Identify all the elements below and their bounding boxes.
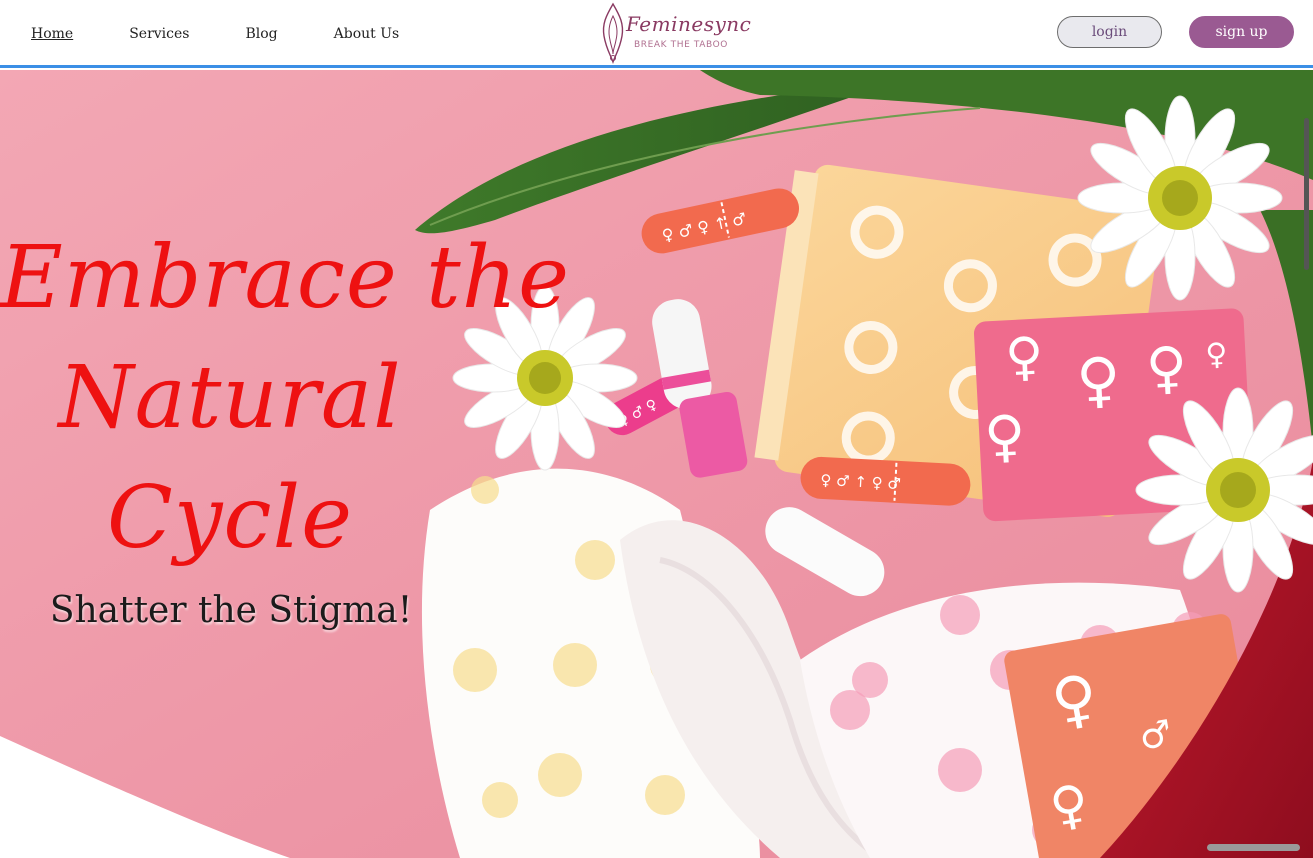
nav-about-us-link[interactable]: About Us bbox=[334, 25, 400, 43]
vertical-scrollbar[interactable] bbox=[1304, 118, 1309, 270]
svg-text:♀: ♀ bbox=[1075, 344, 1123, 416]
signup-button[interactable]: sign up bbox=[1189, 16, 1294, 48]
svg-text:♀: ♀ bbox=[1205, 337, 1229, 373]
svg-text:♀: ♀ bbox=[1004, 326, 1045, 388]
svg-text:♀: ♀ bbox=[983, 403, 1027, 470]
main-nav: Home Services Blog About Us bbox=[31, 25, 455, 43]
nav-home-link[interactable]: Home bbox=[31, 25, 73, 43]
hero-section: ♀ ♀ ♀ ♀ ♀ ♀ ♂ ♀ ↑ ♂ ♀ ♂ ♀ ♀ ♂ ↑ ♀ ♂ ♀ ♂ … bbox=[0, 70, 1313, 858]
headline-line: Natural bbox=[58, 348, 402, 448]
hero-headline: Embrace the Natural Cycle bbox=[0, 218, 570, 578]
hero-subheadline: Shatter the Stigma! bbox=[49, 590, 413, 631]
logo-name: Feminesync bbox=[626, 12, 752, 36]
nav-services-link[interactable]: Services bbox=[129, 25, 189, 43]
feminine-logo-icon bbox=[602, 2, 624, 64]
site-header: Home Services Blog About Us Feminesync B… bbox=[0, 0, 1313, 68]
logo-tagline: BREAK THE TABOO bbox=[634, 40, 728, 50]
login-button[interactable]: login bbox=[1057, 16, 1162, 48]
nav-blog-link[interactable]: Blog bbox=[245, 25, 277, 43]
site-logo[interactable]: Feminesync BREAK THE TABOO bbox=[596, 2, 751, 64]
horizontal-scrollbar[interactable] bbox=[1207, 844, 1300, 851]
svg-text:♀: ♀ bbox=[1144, 335, 1188, 402]
headline-line: Embrace the bbox=[0, 228, 570, 328]
headline-line: Cycle bbox=[107, 468, 353, 568]
